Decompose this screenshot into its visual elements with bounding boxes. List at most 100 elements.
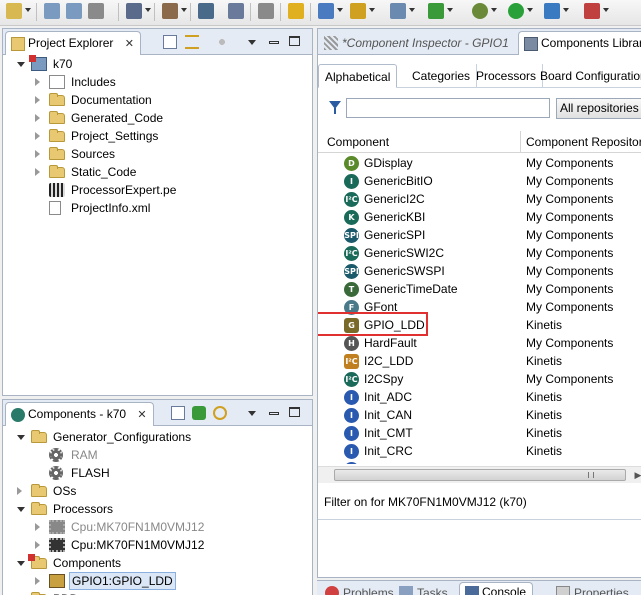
- tab-component-inspector[interactable]: *Component Inspector - GPIO1: [320, 33, 515, 53]
- run-icon[interactable]: [508, 3, 524, 19]
- settings-icon[interactable]: [472, 3, 488, 19]
- column-header-repository[interactable]: Component Repository: [521, 131, 641, 153]
- repository-select[interactable]: All repositories: [556, 98, 641, 119]
- view-menu-icon[interactable]: [248, 411, 256, 416]
- expand-arrow-icon[interactable]: [35, 150, 40, 158]
- tree-item[interactable]: Generated_Code: [35, 109, 163, 127]
- dropdown-arrow-icon[interactable]: [337, 8, 343, 12]
- hammer-icon[interactable]: [162, 3, 178, 19]
- git-icon[interactable]: [428, 3, 444, 19]
- dropdown-arrow-icon[interactable]: [409, 8, 415, 12]
- tab-console[interactable]: Console: [459, 582, 534, 595]
- maximize-icon[interactable]: [289, 36, 300, 46]
- tree-item[interactable]: Cpu:MK70FN1M0VMJ12: [35, 536, 204, 554]
- debug-icon[interactable]: [544, 3, 560, 19]
- lightning-icon[interactable]: [288, 3, 304, 19]
- collapse-arrow-icon[interactable]: [17, 561, 25, 566]
- expand-arrow-icon[interactable]: [35, 541, 40, 549]
- tree-item[interactable]: Sources: [35, 145, 115, 163]
- table-row[interactable]: SPI GenericSWSPI My Components: [318, 262, 641, 280]
- expand-arrow-icon[interactable]: [35, 168, 40, 176]
- subtab-alphabetical[interactable]: Alphabetical: [318, 64, 398, 88]
- subtab-board-configurations[interactable]: Board Configurations: [534, 64, 641, 88]
- expand-arrow-icon[interactable]: [35, 96, 40, 104]
- tree-item[interactable]: ProjectInfo.xml: [35, 199, 150, 217]
- subtab-processors[interactable]: Processors: [470, 64, 544, 88]
- build-icon[interactable]: [126, 3, 142, 19]
- tree-item[interactable]: FLASH: [35, 464, 110, 482]
- dropdown-arrow-icon[interactable]: [527, 8, 533, 12]
- new-icon[interactable]: [6, 3, 22, 19]
- expand-arrow-icon[interactable]: [35, 114, 40, 122]
- generate-code-icon[interactable]: [192, 406, 206, 420]
- collapse-all-icon[interactable]: [163, 35, 177, 49]
- expand-arrow-icon[interactable]: [17, 487, 22, 495]
- dropdown-arrow-icon[interactable]: [369, 8, 375, 12]
- new-project-icon[interactable]: [318, 3, 334, 19]
- table-row[interactable]: H HardFault My Components: [318, 334, 641, 352]
- new-component-icon[interactable]: [350, 3, 366, 19]
- minimize-icon[interactable]: [269, 41, 279, 44]
- external-tools-icon[interactable]: [584, 3, 600, 19]
- table-row[interactable]: I Init_DAC Kinetis: [318, 460, 641, 464]
- link-editor-icon[interactable]: [185, 35, 199, 49]
- expand-arrow-icon[interactable]: [35, 132, 40, 140]
- minimize-icon[interactable]: [269, 412, 279, 415]
- tree-item[interactable]: Includes: [35, 73, 116, 91]
- tree-item[interactable]: Project_Settings: [35, 127, 158, 145]
- tab-project-explorer[interactable]: Project Explorer ✕: [5, 31, 141, 55]
- horizontal-scrollbar[interactable]: ▶: [318, 466, 641, 483]
- toggle-icon[interactable]: [228, 3, 244, 19]
- dropdown-arrow-icon[interactable]: [563, 8, 569, 12]
- table-row[interactable]: SPI GenericSPI My Components: [318, 226, 641, 244]
- save-all-icon[interactable]: [66, 3, 82, 19]
- tree-item[interactable]: ProcessorExpert.pe: [35, 181, 176, 199]
- tree-item[interactable]: RAM: [35, 446, 98, 464]
- tree-item[interactable]: Processors: [17, 500, 113, 518]
- new-file-icon[interactable]: [390, 3, 406, 19]
- collapse-arrow-icon[interactable]: [17, 435, 25, 440]
- tab-components-library[interactable]: Components Library: [518, 31, 641, 55]
- binary-icon[interactable]: [198, 3, 214, 19]
- expand-arrow-icon[interactable]: [35, 523, 40, 531]
- tree-item[interactable]: Cpu:MK70FN1M0VMJ12: [35, 518, 204, 536]
- scrollbar-thumb[interactable]: [334, 469, 626, 481]
- refresh-icon[interactable]: [213, 406, 227, 420]
- dropdown-arrow-icon[interactable]: [491, 8, 497, 12]
- table-row[interactable]: G GPIO_LDD Kinetis: [318, 312, 641, 336]
- table-row[interactable]: I²C I2CSpy My Components: [318, 370, 641, 388]
- table-row[interactable]: I Init_CMT Kinetis: [318, 424, 641, 442]
- tree-item[interactable]: GPIO1:GPIO_LDD: [35, 572, 176, 590]
- dropdown-arrow-icon[interactable]: [25, 8, 31, 12]
- filter-dots-icon[interactable]: [215, 35, 229, 49]
- view-menu-icon[interactable]: [248, 40, 256, 45]
- tab-problems[interactable]: Problems: [321, 583, 400, 595]
- table-row[interactable]: T GenericTimeDate My Components: [318, 280, 641, 298]
- tab-properties[interactable]: Properties: [552, 583, 635, 595]
- table-row[interactable]: I Init_CRC Kinetis: [318, 442, 641, 460]
- tree-item[interactable]: PDD: [17, 590, 78, 595]
- tab-components[interactable]: Components - k70 ✕: [5, 402, 154, 426]
- table-row[interactable]: D GDisplay My Components: [318, 154, 641, 172]
- close-icon[interactable]: ✕: [137, 408, 146, 421]
- tree-item[interactable]: Documentation: [35, 91, 152, 109]
- table-row[interactable]: I²C GenericSWI2C My Components: [318, 244, 641, 262]
- tree-item[interactable]: Static_Code: [35, 163, 136, 181]
- table-row[interactable]: I Init_ADC Kinetis: [318, 388, 641, 406]
- table-row[interactable]: I GenericBitIO My Components: [318, 172, 641, 190]
- expand-arrow-icon[interactable]: [35, 577, 40, 585]
- collapse-arrow-icon[interactable]: [17, 507, 25, 512]
- tree-item[interactable]: Generator_Configurations: [17, 428, 191, 446]
- dropdown-arrow-icon[interactable]: [181, 8, 187, 12]
- dropdown-arrow-icon[interactable]: [603, 8, 609, 12]
- table-row[interactable]: K GenericKBI My Components: [318, 208, 641, 226]
- dropdown-arrow-icon[interactable]: [145, 8, 151, 12]
- anchor-icon[interactable]: [258, 3, 274, 19]
- maximize-icon[interactable]: [289, 407, 300, 417]
- close-icon[interactable]: ✕: [125, 37, 134, 50]
- print-icon[interactable]: [88, 3, 104, 19]
- tree-item[interactable]: k70: [17, 55, 72, 73]
- collapse-arrow-icon[interactable]: [17, 62, 25, 67]
- filter-input[interactable]: [346, 98, 550, 118]
- collapse-all-icon[interactable]: [171, 406, 185, 420]
